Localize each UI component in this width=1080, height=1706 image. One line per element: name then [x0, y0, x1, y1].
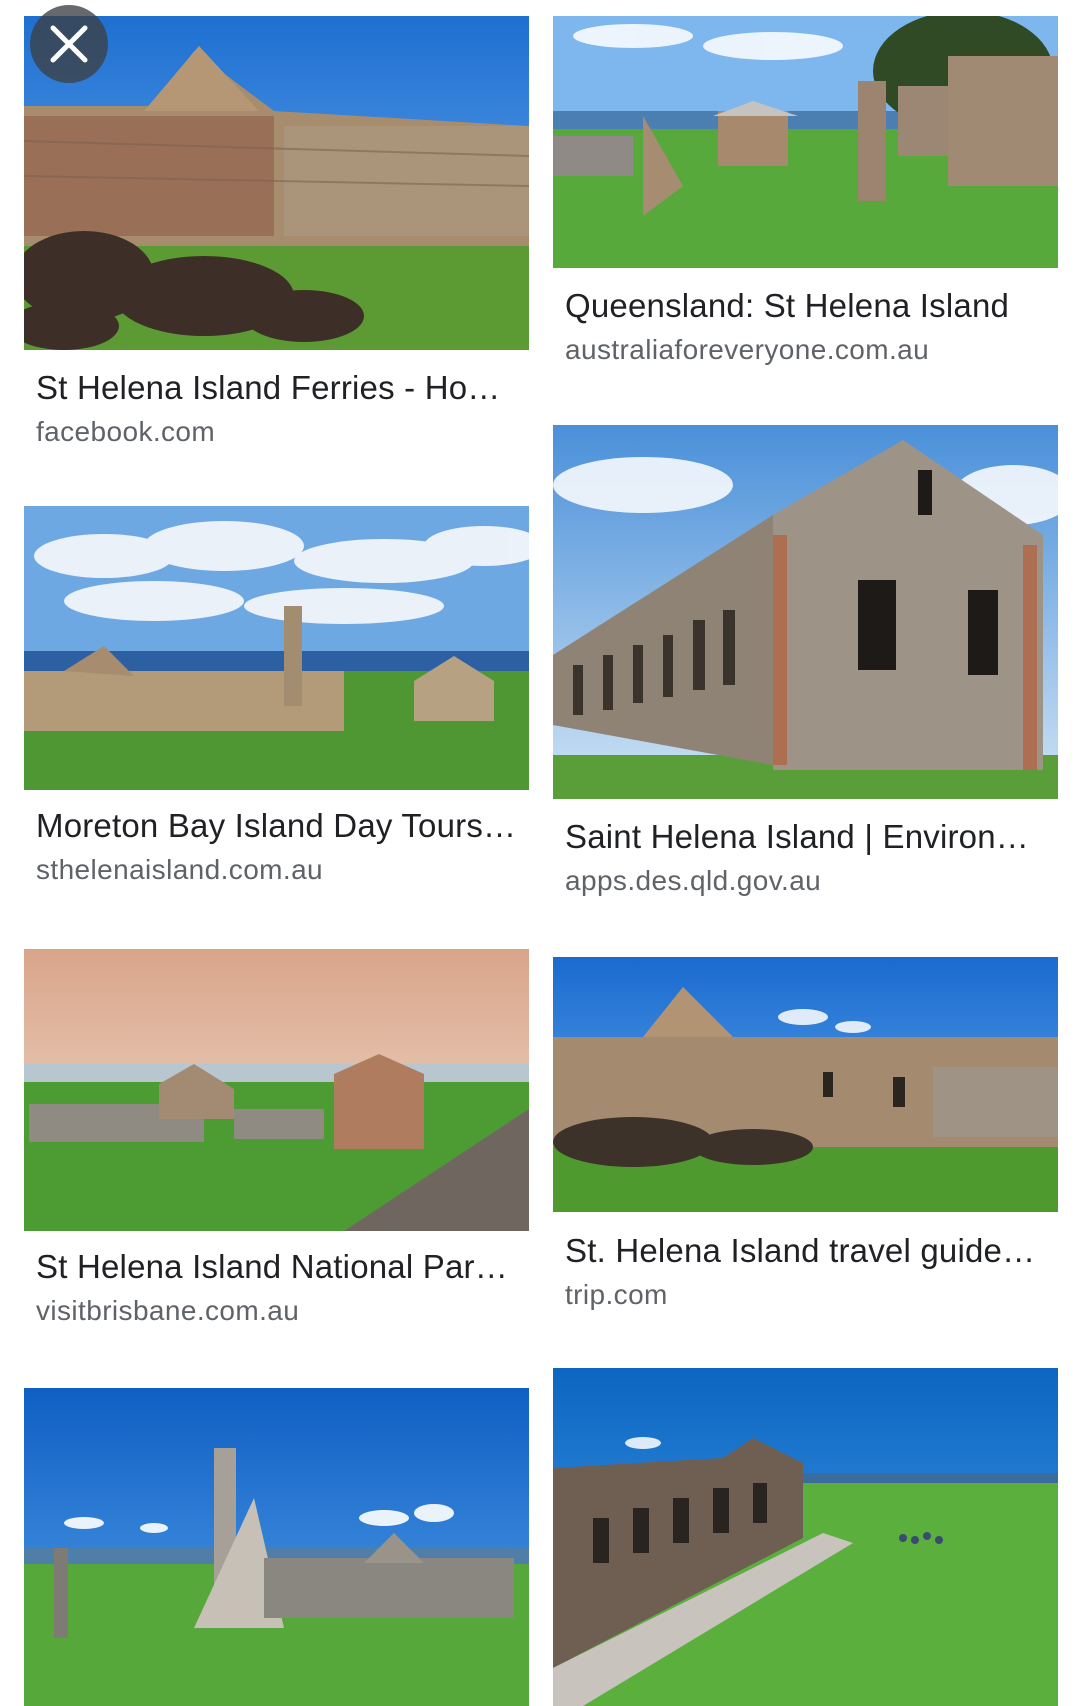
ruins-photo [553, 425, 1058, 799]
result-card[interactable] [553, 1368, 1058, 1706]
ruins-photo [553, 1368, 1058, 1706]
result-source[interactable]: trip.com [565, 1279, 1046, 1311]
result-title[interactable]: St Helena Island Ferries - Ho… [36, 369, 517, 407]
ruins-photo [24, 506, 529, 790]
result-thumbnail[interactable] [553, 16, 1058, 268]
ruins-photo [24, 949, 529, 1231]
result-thumbnail[interactable] [553, 1368, 1058, 1706]
ruins-photo [553, 957, 1058, 1212]
result-title[interactable]: Saint Helena Island | Environ… [565, 818, 1046, 856]
ruins-photo [24, 1388, 529, 1706]
result-title[interactable]: Queensland: St Helena Island [565, 287, 1046, 325]
result-thumbnail[interactable] [24, 1388, 529, 1706]
result-source[interactable]: apps.des.qld.gov.au [565, 865, 1046, 897]
result-card[interactable]: St. Helena Island travel guide… trip.com [553, 957, 1058, 1310]
result-thumbnail[interactable] [24, 949, 529, 1231]
result-card[interactable]: Queensland: St Helena Island australiafo… [553, 16, 1058, 365]
result-source[interactable]: sthelenaisland.com.au [36, 854, 517, 886]
result-card[interactable]: St Helena Island National Par… visitbris… [24, 949, 529, 1326]
close-icon [50, 25, 88, 63]
close-button[interactable] [30, 5, 108, 83]
result-thumbnail[interactable] [24, 506, 529, 790]
result-title[interactable]: Moreton Bay Island Day Tours… [36, 807, 517, 845]
result-source[interactable]: australiaforeveryone.com.au [565, 334, 1046, 366]
result-card[interactable] [24, 1388, 529, 1706]
result-title[interactable]: St. Helena Island travel guide… [565, 1232, 1046, 1270]
result-title[interactable]: St Helena Island National Par… [36, 1248, 517, 1286]
result-card[interactable]: Saint Helena Island | Environ… apps.des.… [553, 425, 1058, 896]
result-source[interactable]: facebook.com [36, 416, 517, 448]
result-card[interactable]: Moreton Bay Island Day Tours… sthelenais… [24, 506, 529, 885]
ruins-photo [553, 16, 1058, 268]
result-thumbnail[interactable] [553, 425, 1058, 799]
result-source[interactable]: visitbrisbane.com.au [36, 1295, 517, 1327]
result-thumbnail[interactable] [553, 957, 1058, 1212]
